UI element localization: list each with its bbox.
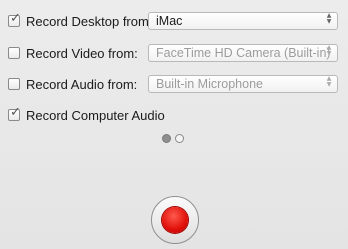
video-source-popup[interactable]: FaceTime HD Camera (Built-in) ▲ ▼: [148, 44, 338, 62]
record-button[interactable]: [151, 196, 199, 244]
record-video-checkbox[interactable]: [8, 47, 20, 59]
record-desktop-label: Record Desktop from:: [26, 13, 153, 29]
popup-arrows-icon: ▲ ▼: [326, 44, 332, 57]
page-dot-2[interactable]: [175, 134, 184, 143]
desktop-source-value: iMac: [156, 14, 183, 28]
record-audio-label: Record Audio from:: [26, 76, 138, 92]
record-desktop-checkbox[interactable]: ✓: [8, 11, 21, 27]
record-computer-audio-row: ✓ Record Computer Audio: [8, 104, 165, 126]
checkmark-icon: ✓: [10, 105, 21, 120]
page-dot-1[interactable]: [162, 134, 171, 143]
record-audio-checkbox[interactable]: [8, 78, 20, 90]
checkmark-icon: ✓: [10, 11, 21, 26]
record-video-row: Record Video from:: [8, 42, 138, 64]
audio-source-value: Built-in Microphone: [156, 77, 263, 91]
record-computer-audio-label: Record Computer Audio: [26, 107, 165, 123]
audio-source-popup[interactable]: Built-in Microphone ▲ ▼: [148, 75, 338, 93]
page-indicator: [162, 134, 184, 143]
desktop-source-popup[interactable]: iMac ▲ ▼: [148, 12, 338, 30]
record-computer-audio-checkbox[interactable]: ✓: [8, 105, 21, 121]
popup-arrows-icon: ▲ ▼: [326, 75, 332, 88]
record-desktop-row: ✓ Record Desktop from:: [8, 10, 152, 32]
popup-arrows-icon: ▲ ▼: [326, 12, 332, 25]
record-video-label: Record Video from:: [26, 45, 138, 61]
record-icon: [162, 207, 188, 233]
record-audio-row: Record Audio from:: [8, 73, 137, 95]
video-source-value: FaceTime HD Camera (Built-in): [156, 46, 331, 60]
